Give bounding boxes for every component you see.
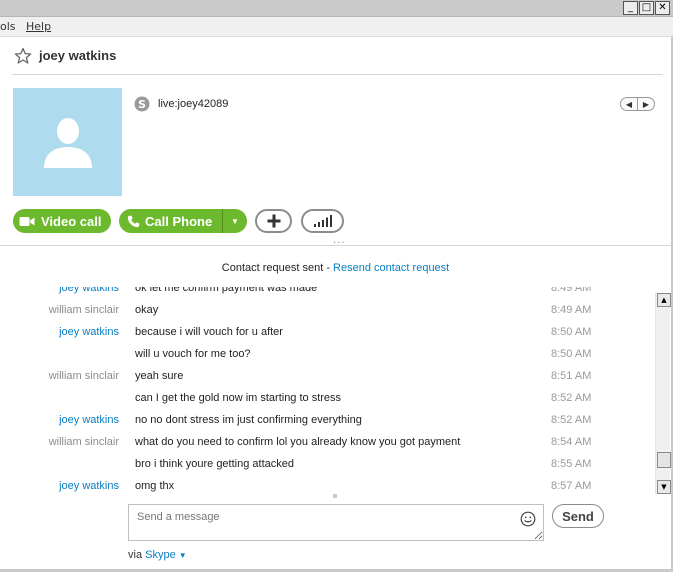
message-time: 8:55 AM (551, 458, 592, 470)
message-sender[interactable]: william sinclair (49, 436, 119, 448)
composer-resize-grip[interactable] (333, 494, 337, 498)
contact-request-notice: Contact request sent - Resend contact re… (0, 262, 671, 274)
header-divider (12, 74, 663, 75)
message-sender[interactable]: william sinclair (49, 370, 119, 382)
chat-message-row: bro i think youre getting attacked 8:55 A… (0, 458, 655, 480)
menu-help[interactable]: Help (26, 20, 51, 33)
message-time: 8:50 AM (551, 348, 592, 360)
resend-request-link[interactable]: Resend contact request (333, 262, 449, 274)
signal-bars-icon (313, 215, 332, 227)
message-input[interactable] (128, 504, 544, 541)
panel-resize-grip[interactable]: ··· (333, 238, 346, 249)
skype-logo-icon: S (134, 96, 150, 112)
chat-message-row: joey watkins ok let me confirm payment wa… (0, 287, 655, 304)
contact-name: joey watkins (39, 48, 117, 63)
contact-nav-arrows: ◀ ▶ (620, 97, 655, 111)
message-text: no no dont stress im just confirming eve… (135, 414, 362, 426)
message-text: omg thx (135, 480, 175, 492)
message-sender[interactable]: joey watkins (59, 287, 119, 294)
message-text: will u vouch for me too? (135, 348, 251, 360)
message-time: 8:52 AM (551, 392, 592, 404)
scroll-thumb[interactable] (657, 452, 671, 468)
title-bar: _ □ ✕ (0, 0, 673, 17)
message-time: 8:57 AM (551, 480, 592, 492)
chat-message-row: can I get the gold now im starting to st… (0, 392, 655, 414)
message-text: yeah sure (135, 370, 184, 382)
svg-text:S: S (138, 98, 146, 111)
chat-message-row: william sinclair okay 8:49 AM (0, 304, 655, 326)
call-quality-button[interactable] (301, 209, 344, 233)
message-time: 8:49 AM (551, 304, 592, 316)
call-options-chevron-down-icon[interactable]: ▼ (223, 217, 247, 226)
message-time: 8:52 AM (551, 414, 592, 426)
chat-message-row: william sinclair what do you need to conf… (0, 436, 655, 458)
message-text: okay (135, 304, 159, 316)
message-sender[interactable]: joey watkins (59, 414, 119, 426)
call-phone-label: Call Phone (145, 213, 213, 229)
contact-request-text: Contact request sent - (221, 262, 334, 274)
chat-message-row: will u vouch for me too? 8:50 AM (0, 348, 655, 370)
menu-bar: ols Help (0, 17, 673, 37)
close-button[interactable]: ✕ (655, 1, 670, 15)
phone-icon (127, 215, 140, 227)
via-chevron-down-icon[interactable]: ▼ (179, 551, 187, 560)
video-camera-icon (19, 216, 35, 226)
chat-message-row: joey watkins because i will vouch for u a… (0, 326, 655, 348)
avatar[interactable] (13, 88, 122, 196)
message-text: bro i think youre getting attacked (135, 458, 294, 470)
menu-help-label: Help (26, 20, 52, 33)
chat-log[interactable]: joey watkins ok let me confirm payment wa… (0, 287, 655, 493)
window-controls: _ □ ✕ (623, 1, 670, 15)
via-service[interactable]: Skype (145, 549, 176, 561)
add-button[interactable] (255, 209, 292, 233)
video-call-label: Video call (41, 213, 102, 229)
minimize-button[interactable]: _ (623, 1, 638, 15)
call-phone-main[interactable]: Call Phone (119, 209, 223, 233)
message-time: 8:49 AM (551, 287, 592, 294)
favorite-star-icon[interactable] (14, 47, 32, 65)
menu-tools[interactable]: ols (0, 20, 16, 33)
next-arrow-icon[interactable]: ▶ (638, 98, 654, 110)
message-text: because i will vouch for u after (135, 326, 283, 338)
chat-message-row: william sinclair yeah sure 8:51 AM (0, 370, 655, 392)
prev-arrow-icon[interactable]: ◀ (621, 98, 638, 110)
message-sender[interactable]: william sinclair (49, 304, 119, 316)
chat-message-row: joey watkins no no dont stress im just co… (0, 414, 655, 436)
chat-scrollbar[interactable]: ▲ ▼ (655, 293, 671, 494)
message-sender[interactable]: joey watkins (59, 326, 119, 338)
send-button[interactable]: Send (552, 504, 604, 528)
scroll-up-icon[interactable]: ▲ (657, 293, 671, 307)
scroll-down-icon[interactable]: ▼ (657, 480, 671, 494)
via-label: via (128, 549, 146, 561)
plus-icon (267, 214, 280, 228)
send-via-selector[interactable]: via Skype ▼ (128, 549, 187, 561)
message-text: can I get the gold now im starting to st… (135, 392, 342, 404)
emoticon-icon[interactable] (520, 511, 536, 527)
call-phone-button[interactable]: Call Phone ▼ (119, 209, 247, 233)
video-call-button[interactable]: Video call (13, 209, 111, 233)
message-text: ok let me confirm payment was made (135, 287, 318, 294)
maximize-button[interactable]: □ (639, 1, 654, 15)
message-time: 8:51 AM (551, 370, 592, 382)
panel-divider (0, 245, 671, 246)
message-sender[interactable]: joey watkins (59, 480, 119, 492)
message-time: 8:54 AM (551, 436, 592, 448)
default-user-icon (43, 118, 92, 168)
message-time: 8:50 AM (551, 326, 592, 338)
skype-id: live:joey42089 (158, 98, 229, 110)
message-text: what do you need to confirm lol you alre… (135, 436, 461, 448)
chat-message-row: joey watkins omg thx 8:57 AM (0, 480, 655, 493)
